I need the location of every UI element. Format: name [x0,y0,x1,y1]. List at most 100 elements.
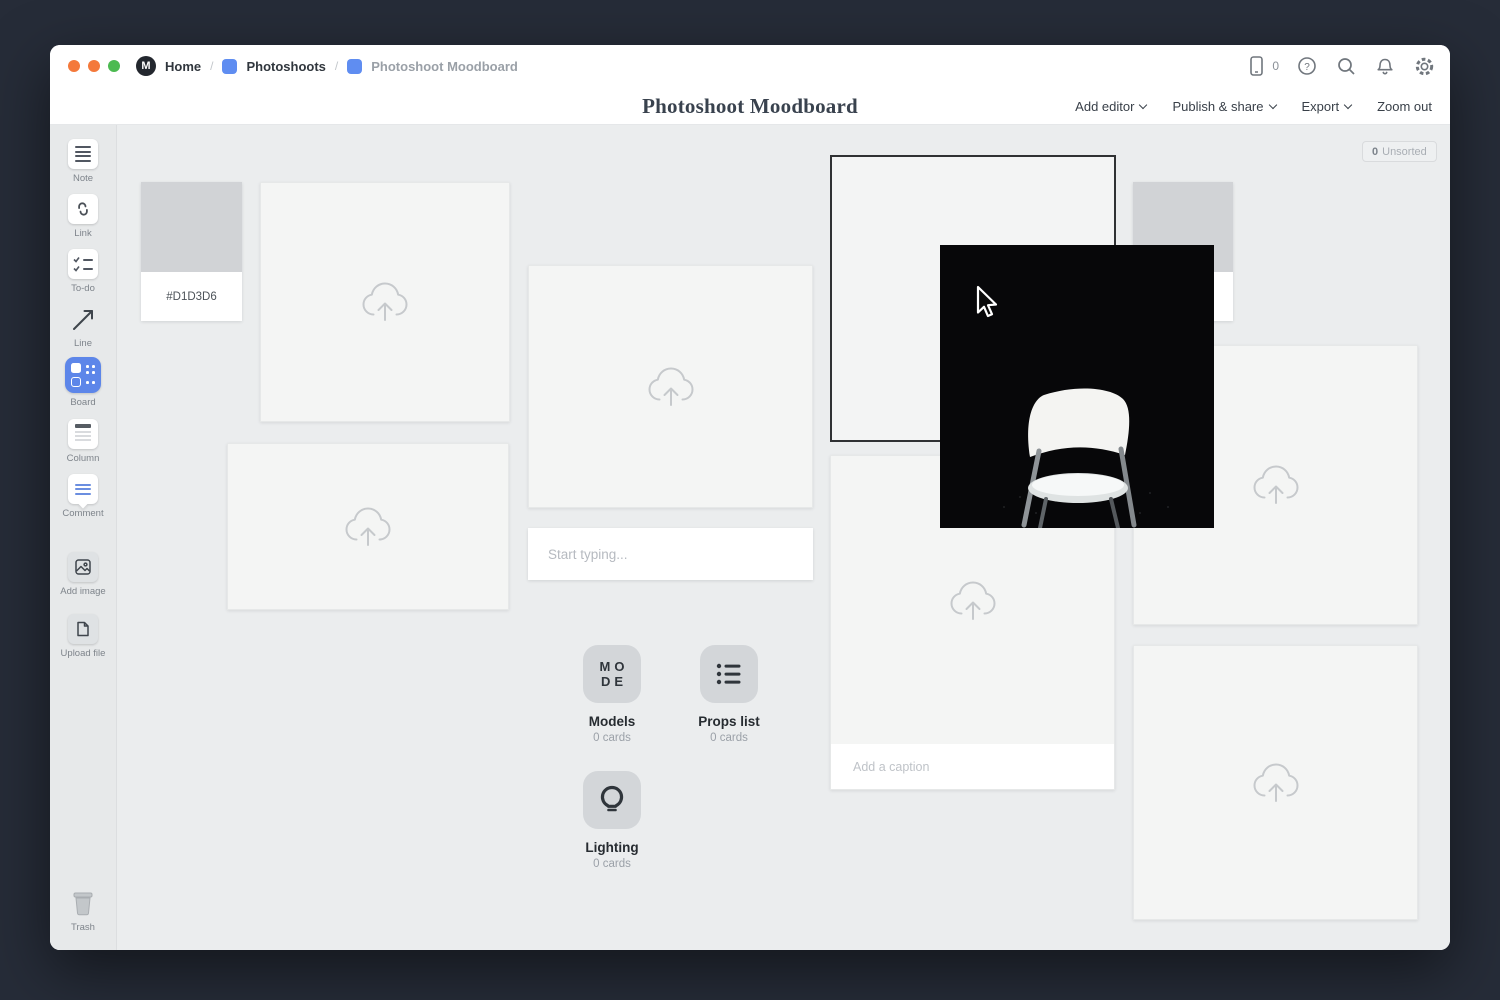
upload-cloud-icon [1248,463,1304,507]
tool-todo-label: To-do [71,283,95,294]
search-icon[interactable] [1335,55,1357,77]
board-canvas[interactable]: 0 Unsorted #D1D3D6 [117,125,1450,950]
desktop-background: M Home / Photoshoots / Photoshoot Moodbo… [0,0,1500,1000]
upload-cloud-icon [1248,761,1304,805]
export-label: Export [1302,99,1340,114]
tool-note-label: Note [73,173,93,184]
color-swatch-card[interactable]: #D1D3D6 [141,182,242,321]
breadcrumb-separator: / [335,59,338,73]
subboard-lighting[interactable]: Lighting 0 cards [554,771,670,870]
board-name: Props list [698,714,760,729]
link-icon [68,194,98,224]
image-upload-card[interactable] [1133,645,1418,920]
breadcrumb-separator: / [210,59,213,73]
text-note-placeholder: Start typing... [548,547,628,562]
tool-note[interactable]: Note [50,139,116,184]
caption-input[interactable]: Add a caption [831,744,1114,789]
unsorted-count: 0 [1372,146,1378,158]
models-tile-text: DE [597,674,627,689]
models-tile-text: MO [596,659,629,674]
tool-comment-label: Comment [62,508,103,519]
todo-icon [68,249,98,279]
tool-column[interactable]: Column [50,419,116,464]
tool-comment[interactable]: Comment [50,474,116,519]
document-header-row: Photoshoot Moodboard Add editor Publish … [50,87,1450,125]
tool-add-image-label: Add image [60,586,105,597]
models-board-tile[interactable]: MO DE [583,645,641,703]
breadcrumb-home[interactable]: Home [165,59,201,74]
app-window: M Home / Photoshoots / Photoshoot Moodbo… [50,45,1450,950]
caption-placeholder: Add a caption [853,760,929,774]
chevron-down-icon [1268,100,1276,108]
svg-text:?: ? [1304,62,1310,73]
tool-column-label: Column [67,453,100,464]
tool-line[interactable]: Line [50,306,116,349]
subboard-models[interactable]: MO DE Models 0 cards [554,645,670,744]
add-image-icon [68,552,98,582]
device-count: 0 [1272,59,1279,73]
unsorted-label: Unsorted [1382,146,1427,158]
tool-upload-file[interactable]: Upload file [50,614,116,659]
board-card-count: 0 cards [593,732,631,744]
publish-share-button[interactable]: Publish & share [1172,99,1275,114]
board-tool-icon [65,357,101,393]
tool-trash[interactable]: Trash [50,888,116,933]
image-upload-card[interactable] [227,443,509,610]
note-icon [68,139,98,169]
upload-cloud-icon [945,579,1001,623]
chevron-down-icon [1139,100,1147,108]
zoom-out-button[interactable]: Zoom out [1377,99,1432,114]
tool-board-label: Board [70,397,95,408]
upload-cloud-icon [357,280,413,324]
add-editor-label: Add editor [1075,99,1134,114]
upload-cloud-icon [643,365,699,409]
titlebar: M Home / Photoshoots / Photoshoot Moodbo… [50,45,1450,87]
upload-cloud-icon [340,505,396,549]
image-upload-card[interactable] [528,265,813,508]
export-button[interactable]: Export [1302,99,1352,114]
breadcrumb-current: Photoshoot Moodboard [371,59,518,74]
header: M Home / Photoshoots / Photoshoot Moodbo… [50,45,1450,125]
lighting-board-tile[interactable] [583,771,641,829]
tools-sidebar: Note Link [50,125,117,950]
add-editor-button[interactable]: Add editor [1075,99,1146,114]
board-card-count: 0 cards [593,858,631,870]
tool-link-label: Link [74,228,91,239]
titlebar-icons: 0 ? [1246,55,1436,78]
tool-line-label: Line [74,338,92,349]
header-actions: Add editor Publish & share Export Zoom o… [1075,99,1450,114]
column-icon [68,419,98,449]
app-logo-icon[interactable]: M [136,56,156,76]
line-arrow-icon [68,306,98,334]
board-icon [347,59,362,74]
color-swatch [141,182,242,272]
breadcrumb-photoshoots[interactable]: Photoshoots [246,59,325,74]
tool-board-selected[interactable]: Board [50,357,116,408]
minimize-window-button[interactable] [88,60,100,72]
mobile-device-icon[interactable] [1246,55,1266,77]
list-icon [715,661,743,687]
close-window-button[interactable] [68,60,80,72]
comment-icon [68,474,98,504]
color-hex-label: #D1D3D6 [141,272,242,321]
props-list-board-tile[interactable] [700,645,758,703]
maximize-window-button[interactable] [108,60,120,72]
image-upload-card[interactable] [260,182,510,422]
trash-icon [68,888,98,918]
tool-link[interactable]: Link [50,194,116,239]
text-note-card[interactable]: Start typing... [528,528,813,580]
board-card-count: 0 cards [710,732,748,744]
settings-gear-icon[interactable] [1413,55,1436,78]
subboard-props-list[interactable]: Props list 0 cards [671,645,787,744]
tool-add-image[interactable]: Add image [50,552,116,597]
lightbulb-icon [597,784,627,816]
zoom-out-label: Zoom out [1377,99,1432,114]
publish-share-label: Publish & share [1172,99,1263,114]
tool-trash-label: Trash [71,922,95,933]
unsorted-badge[interactable]: 0 Unsorted [1362,141,1437,162]
notifications-bell-icon[interactable] [1374,55,1396,77]
tool-todo[interactable]: To-do [50,249,116,294]
chevron-down-icon [1344,100,1352,108]
help-icon[interactable]: ? [1296,55,1318,77]
tool-upload-file-label: Upload file [61,648,106,659]
